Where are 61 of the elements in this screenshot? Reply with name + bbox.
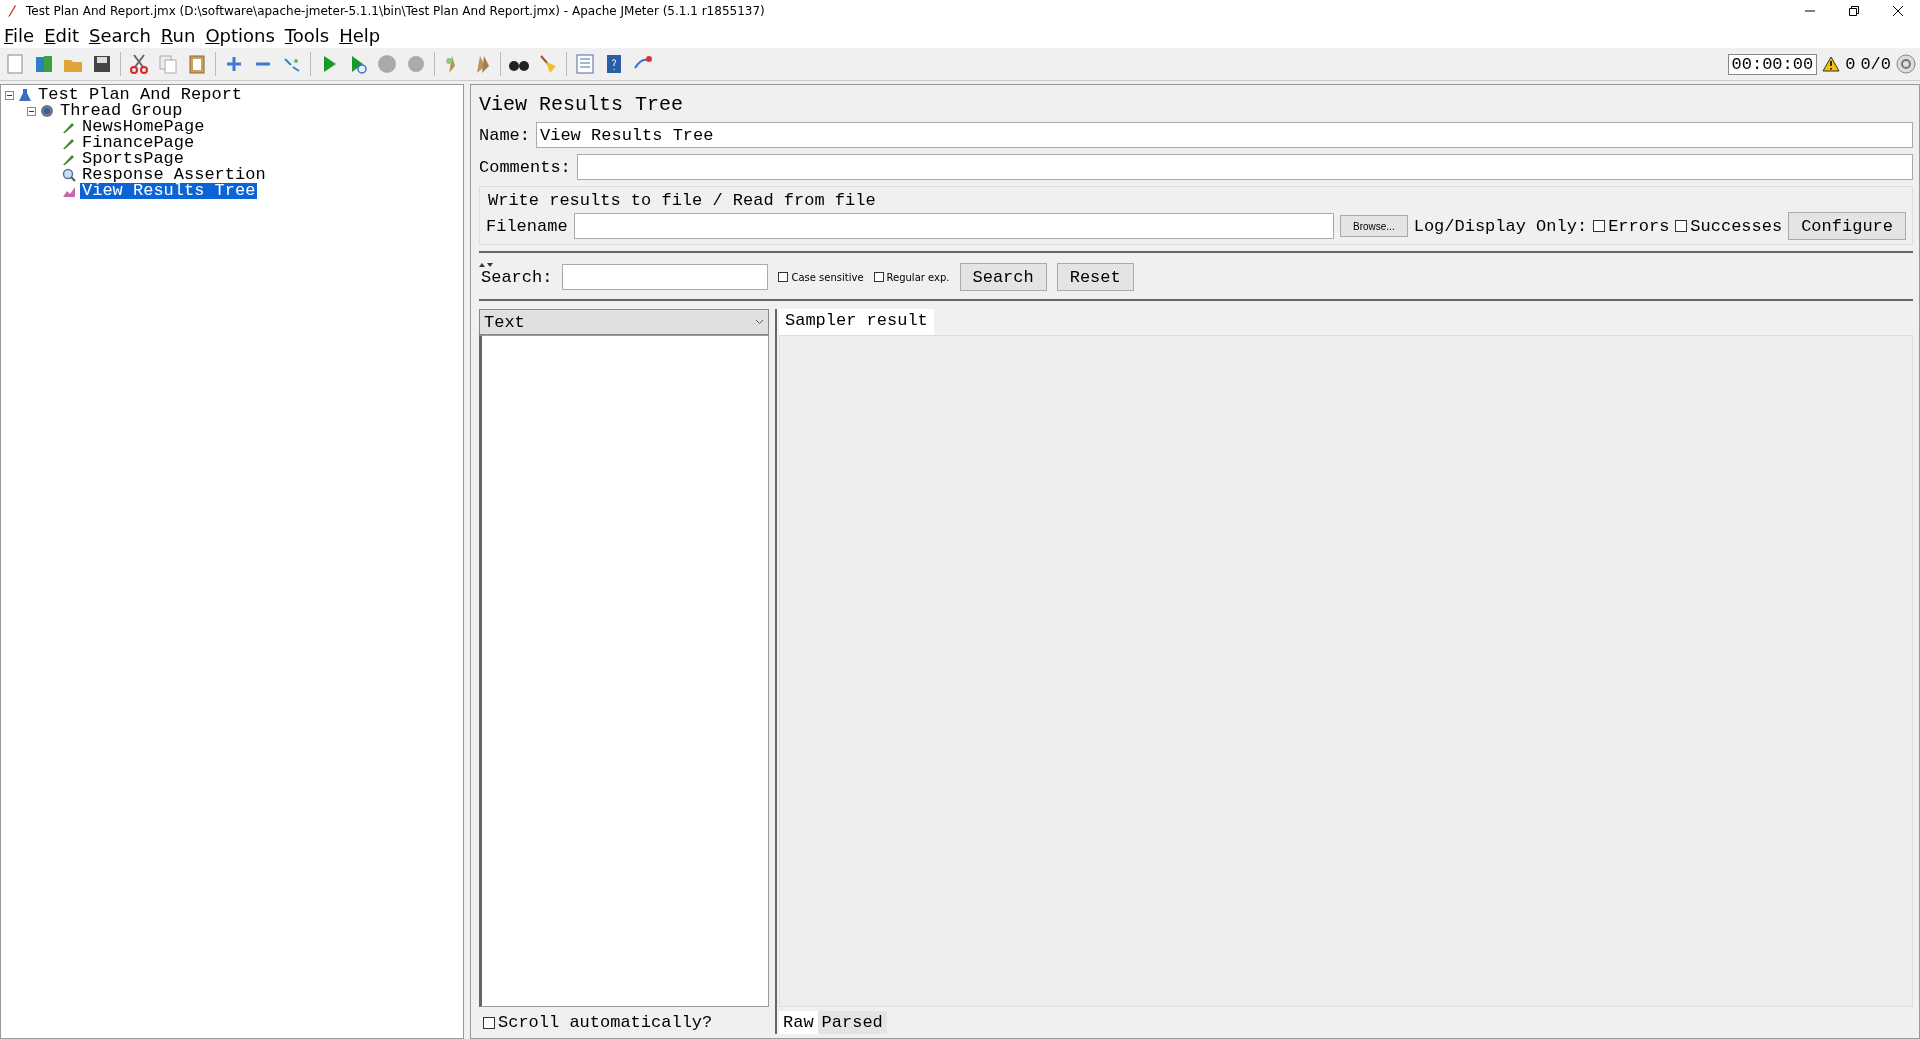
- restore-icon[interactable]: [1848, 5, 1860, 17]
- warning-count: 0: [1845, 54, 1856, 74]
- checkbox[interactable]: [1593, 220, 1606, 232]
- browse-button[interactable]: Browse...: [1340, 215, 1408, 237]
- tab[interactable]: Parsed: [817, 1011, 887, 1034]
- menu-item[interactable]: Tools: [284, 24, 330, 46]
- comments-label: Comments:: [479, 157, 571, 177]
- checkbox-label: Scroll automatically?: [498, 1013, 713, 1032]
- menu-item[interactable]: Run: [160, 24, 196, 46]
- checkbox-label: Regular exp.: [886, 271, 950, 283]
- filename-field[interactable]: [573, 213, 1334, 239]
- checkbox-label: Errors: [1608, 216, 1670, 236]
- menu-item[interactable]: Help: [339, 24, 381, 46]
- menu-item[interactable]: Search: [89, 24, 151, 46]
- log-display-label: Log/Display Only:: [1413, 216, 1588, 236]
- tree-node[interactable]: SportsPage: [80, 151, 187, 167]
- broom-icon[interactable]: [537, 53, 559, 75]
- tree-node[interactable]: FinancePage: [80, 135, 197, 151]
- tree-node[interactable]: View Results Tree: [80, 183, 258, 199]
- checkbox-label: Case sensitive: [791, 271, 864, 283]
- window-title: Test Plan And Report.jmx (D:\software\apache-jmeter-5.1.1\bin\Test Plan And Report.jmx) - Apache JMeter (5.1.1 r1855137): [26, 4, 765, 18]
- checkbox[interactable]: [1675, 220, 1688, 232]
- function-list-icon[interactable]: [574, 53, 596, 75]
- renderer-dropdown[interactable]: Text: [479, 309, 769, 335]
- search-action-button[interactable]: Search: [959, 263, 1047, 291]
- tab[interactable]: Sampler result: [779, 309, 934, 335]
- name-label: Name:: [479, 125, 530, 145]
- panel-title: View Results Tree: [479, 93, 685, 116]
- comments-field[interactable]: [576, 154, 1913, 180]
- checkbox[interactable]: [483, 1016, 495, 1029]
- group-title: Write results to file / Read from file: [487, 191, 877, 210]
- cut-icon[interactable]: [128, 53, 150, 75]
- configure-button[interactable]: Configure: [1788, 212, 1906, 240]
- tree-node[interactable]: NewsHomePage: [80, 119, 207, 135]
- search-field[interactable]: [562, 264, 769, 290]
- filename-label: Filename: [486, 216, 568, 236]
- checkbox[interactable]: [778, 272, 789, 282]
- status-indicator-icon: [1896, 54, 1916, 74]
- search-label: Search:: [481, 267, 553, 287]
- assertion-icon: [62, 168, 76, 182]
- warning-icon[interactable]: [1822, 56, 1841, 72]
- tree-toggle-icon[interactable]: [27, 106, 36, 116]
- chevron-icon: [755, 319, 764, 325]
- name-field[interactable]: View Results Tree: [536, 122, 1913, 148]
- save-icon[interactable]: [91, 53, 113, 75]
- paste-icon[interactable]: [186, 53, 208, 75]
- menu-item[interactable]: File: [4, 24, 35, 46]
- search-action-button[interactable]: Reset: [1056, 263, 1134, 291]
- menu-item[interactable]: Edit: [44, 24, 79, 46]
- tree-node[interactable]: Thread Group: [58, 103, 185, 119]
- elapsed-time: 00:00:00: [1727, 53, 1818, 75]
- tree-node[interactable]: Response Assertion: [80, 167, 268, 183]
- tab[interactable]: Raw: [779, 1011, 818, 1034]
- checkbox[interactable]: [873, 272, 884, 282]
- checkbox-label: Successes: [1690, 216, 1783, 236]
- thread-count: 0/0: [1860, 54, 1891, 74]
- menu-item[interactable]: Options: [205, 24, 275, 46]
- tree-toggle-icon[interactable]: [5, 90, 14, 100]
- split-arrows-icon[interactable]: [479, 263, 493, 268]
- close-icon[interactable]: [1892, 5, 1904, 17]
- tree-node[interactable]: Test Plan And Report: [36, 87, 245, 103]
